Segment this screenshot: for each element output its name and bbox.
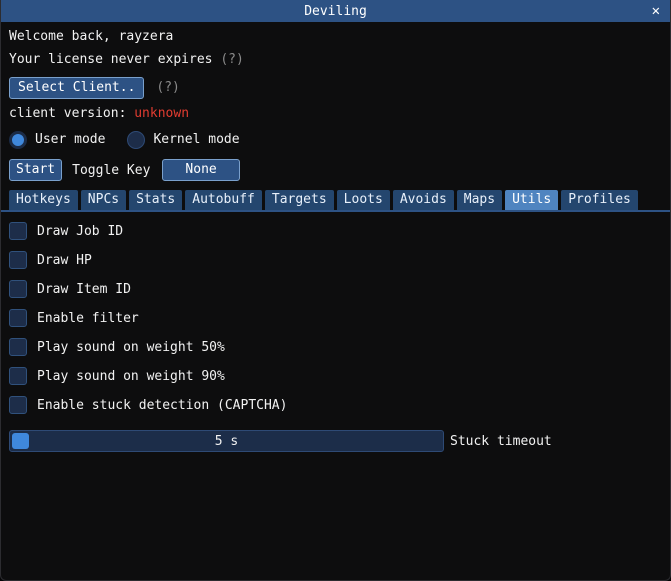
user-mode-radio[interactable] (9, 131, 27, 149)
app-window: Deviling ✕ Welcome back, rayzera Your li… (0, 0, 671, 581)
tab-targets[interactable]: Targets (265, 190, 334, 210)
close-icon[interactable]: ✕ (652, 0, 660, 22)
client-version-label: client version: (9, 106, 134, 121)
title-bar[interactable]: Deviling ✕ (1, 0, 670, 22)
tab-utils[interactable]: Utils (505, 190, 558, 210)
draw-hp-label[interactable]: Draw HP (37, 253, 92, 268)
slider-value: 5 s (10, 431, 443, 451)
enable-filter-label[interactable]: Enable filter (37, 311, 139, 326)
tab-avoids[interactable]: Avoids (393, 190, 454, 210)
draw-hp-checkbox[interactable] (9, 251, 27, 269)
checkbox-row-draw-item-id: Draw Item ID (9, 280, 670, 298)
tab-bar: Hotkeys NPCs Stats Autobuff Targets Loot… (1, 190, 670, 212)
sound-weight-50-label[interactable]: Play sound on weight 50% (37, 340, 225, 355)
enable-filter-checkbox[interactable] (9, 309, 27, 327)
client-version-row: client version: unknown (9, 106, 670, 122)
tab-profiles[interactable]: Profiles (561, 190, 638, 210)
select-client-row: Select Client.. (?) (9, 76, 670, 99)
utils-checklist: Draw Job ID Draw HP Draw Item ID Enable … (9, 222, 670, 414)
tab-npcs[interactable]: NPCs (81, 190, 126, 210)
draw-job-id-label[interactable]: Draw Job ID (37, 224, 123, 239)
stuck-detection-checkbox[interactable] (9, 396, 27, 414)
select-client-button[interactable]: Select Client.. (9, 77, 144, 99)
draw-job-id-checkbox[interactable] (9, 222, 27, 240)
tab-loots[interactable]: Loots (337, 190, 390, 210)
user-mode-label[interactable]: User mode (35, 132, 105, 147)
stuck-detection-label[interactable]: Enable stuck detection (CAPTCHA) (37, 398, 287, 413)
checkbox-row-sound-90: Play sound on weight 90% (9, 367, 670, 385)
toggle-key-button[interactable]: None (162, 159, 239, 181)
sound-weight-90-checkbox[interactable] (9, 367, 27, 385)
kernel-mode-radio[interactable] (127, 131, 145, 149)
tab-autobuff[interactable]: Autobuff (185, 190, 262, 210)
checkbox-row-stuck-detection: Enable stuck detection (CAPTCHA) (9, 396, 670, 414)
stuck-timeout-slider[interactable]: 5 s (9, 430, 444, 452)
draw-item-id-checkbox[interactable] (9, 280, 27, 298)
checkbox-row-enable-filter: Enable filter (9, 309, 670, 327)
stuck-timeout-row: 5 s Stuck timeout (9, 430, 670, 452)
license-help-icon[interactable]: (?) (220, 52, 243, 67)
start-row: Start Toggle Key None (9, 159, 670, 181)
toggle-key-label: Toggle Key (72, 163, 150, 178)
tab-maps[interactable]: Maps (457, 190, 502, 210)
window-title: Deviling (304, 4, 367, 19)
client-version-value: unknown (134, 106, 189, 121)
license-text: Your license never expires (9, 52, 213, 67)
kernel-mode-label[interactable]: Kernel mode (153, 132, 239, 147)
stuck-timeout-label: Stuck timeout (450, 434, 552, 449)
main-content: Welcome back, rayzera Your license never… (1, 29, 670, 452)
select-client-help-icon[interactable]: (?) (156, 80, 179, 95)
draw-item-id-label[interactable]: Draw Item ID (37, 282, 131, 297)
checkbox-row-sound-50: Play sound on weight 50% (9, 338, 670, 356)
tab-hotkeys[interactable]: Hotkeys (9, 190, 78, 210)
sound-weight-90-label[interactable]: Play sound on weight 90% (37, 369, 225, 384)
checkbox-row-draw-job-id: Draw Job ID (9, 222, 670, 240)
license-row: Your license never expires (?) (9, 52, 670, 68)
start-button[interactable]: Start (9, 159, 62, 181)
mode-selection-row: User mode Kernel mode (9, 129, 670, 150)
tab-stats[interactable]: Stats (129, 190, 182, 210)
welcome-text: Welcome back, rayzera (9, 29, 670, 45)
checkbox-row-draw-hp: Draw HP (9, 251, 670, 269)
sound-weight-50-checkbox[interactable] (9, 338, 27, 356)
